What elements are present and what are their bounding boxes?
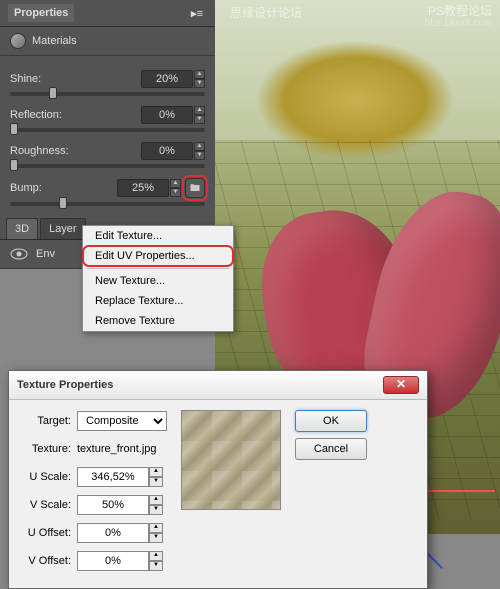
roughness-slider[interactable] bbox=[10, 164, 205, 168]
menu-separator bbox=[87, 268, 229, 269]
bump-input[interactable] bbox=[117, 179, 169, 197]
u-scale-row: U Scale: ▲▼ bbox=[21, 466, 167, 488]
cancel-button[interactable]: Cancel bbox=[295, 438, 367, 460]
u-offset-label: U Offset: bbox=[21, 527, 77, 539]
roughness-label: Roughness: bbox=[10, 145, 141, 157]
bump-texture-button[interactable] bbox=[185, 178, 205, 198]
shine-label: Shine: bbox=[10, 73, 141, 85]
ok-button[interactable]: OK bbox=[295, 410, 367, 432]
menu-edit-uv-properties[interactable]: Edit UV Properties... bbox=[83, 246, 233, 266]
reflection-slider[interactable] bbox=[10, 128, 205, 132]
bump-label: Bump: bbox=[10, 182, 117, 194]
bump-spinner[interactable]: ▲▼ bbox=[170, 179, 181, 197]
texture-preview-image bbox=[181, 410, 281, 510]
target-row: Target: Composite bbox=[21, 410, 167, 432]
properties-group: Shine: ▲▼ Reflection: ▲▼ Roughness: ▲▼ B… bbox=[0, 56, 215, 214]
dialog-close-button[interactable]: ✕ bbox=[383, 376, 419, 394]
u-scale-input[interactable] bbox=[77, 467, 149, 487]
u-offset-row: U Offset: ▲▼ bbox=[21, 522, 167, 544]
env-label: Env bbox=[36, 248, 55, 260]
v-scale-spinner[interactable]: ▲▼ bbox=[149, 495, 163, 515]
target-select[interactable]: Composite bbox=[77, 411, 167, 431]
dialog-fields: Target: Composite Texture: texture_front… bbox=[21, 410, 167, 578]
dialog-title: Texture Properties bbox=[17, 379, 113, 391]
reflection-label: Reflection: bbox=[10, 109, 141, 121]
shine-spinner[interactable]: ▲▼ bbox=[194, 70, 205, 88]
dialog-buttons: OK Cancel bbox=[295, 410, 367, 578]
v-scale-label: V Scale: bbox=[21, 499, 77, 511]
shine-slider[interactable] bbox=[10, 92, 205, 96]
dialog-body: Target: Composite Texture: texture_front… bbox=[9, 400, 427, 588]
roughness-row: Roughness: ▲▼ bbox=[10, 142, 205, 160]
tab-3d[interactable]: 3D bbox=[6, 218, 38, 239]
materials-icon bbox=[10, 33, 26, 49]
panel-title[interactable]: Properties bbox=[8, 4, 74, 22]
watermark-left: 思缘设计论坛 bbox=[230, 4, 302, 21]
dialog-preview bbox=[181, 410, 281, 578]
materials-header[interactable]: Materials bbox=[0, 27, 215, 56]
menu-new-texture[interactable]: New Texture... bbox=[83, 271, 233, 291]
v-offset-spinner[interactable]: ▲▼ bbox=[149, 551, 163, 571]
menu-replace-texture[interactable]: Replace Texture... bbox=[83, 291, 233, 311]
bump-row: Bump: ▲▼ bbox=[10, 178, 205, 198]
folder-icon bbox=[189, 182, 201, 194]
watermark-right: PS教程论坛 bbox=[428, 2, 492, 19]
bump-slider[interactable] bbox=[10, 202, 205, 206]
shine-row: Shine: ▲▼ bbox=[10, 70, 205, 88]
reflection-spinner[interactable]: ▲▼ bbox=[194, 106, 205, 124]
roughness-spinner[interactable]: ▲▼ bbox=[194, 142, 205, 160]
v-offset-label: V Offset: bbox=[21, 555, 77, 567]
texture-row: Texture: texture_front.jpg bbox=[21, 438, 167, 460]
u-scale-label: U Scale: bbox=[21, 471, 77, 483]
target-label: Target: bbox=[21, 415, 77, 427]
menu-edit-texture[interactable]: Edit Texture... bbox=[83, 226, 233, 246]
texture-context-menu: Edit Texture... Edit UV Properties... Ne… bbox=[82, 225, 234, 332]
u-scale-spinner[interactable]: ▲▼ bbox=[149, 467, 163, 487]
visibility-icon[interactable] bbox=[10, 248, 28, 260]
dialog-titlebar[interactable]: Texture Properties ✕ bbox=[9, 371, 427, 400]
texture-filename: texture_front.jpg bbox=[77, 443, 157, 455]
u-offset-input[interactable] bbox=[77, 523, 149, 543]
panel-tab-bar: Properties ▸≡ bbox=[0, 0, 215, 27]
tab-layer[interactable]: Layer bbox=[40, 218, 86, 239]
v-offset-input[interactable] bbox=[77, 551, 149, 571]
watermark-right-url: bbs.16xx8.com bbox=[425, 18, 492, 29]
texture-label: Texture: bbox=[21, 443, 77, 455]
reflection-input[interactable] bbox=[141, 106, 193, 124]
v-offset-row: V Offset: ▲▼ bbox=[21, 550, 167, 572]
v-scale-row: V Scale: ▲▼ bbox=[21, 494, 167, 516]
reflection-row: Reflection: ▲▼ bbox=[10, 106, 205, 124]
shine-input[interactable] bbox=[141, 70, 193, 88]
v-scale-input[interactable] bbox=[77, 495, 149, 515]
u-offset-spinner[interactable]: ▲▼ bbox=[149, 523, 163, 543]
panel-menu-icon[interactable]: ▸≡ bbox=[187, 7, 207, 20]
roughness-input[interactable] bbox=[141, 142, 193, 160]
menu-remove-texture[interactable]: Remove Texture bbox=[83, 311, 233, 331]
materials-label: Materials bbox=[32, 35, 77, 47]
texture-properties-dialog: Texture Properties ✕ Target: Composite T… bbox=[8, 370, 428, 589]
